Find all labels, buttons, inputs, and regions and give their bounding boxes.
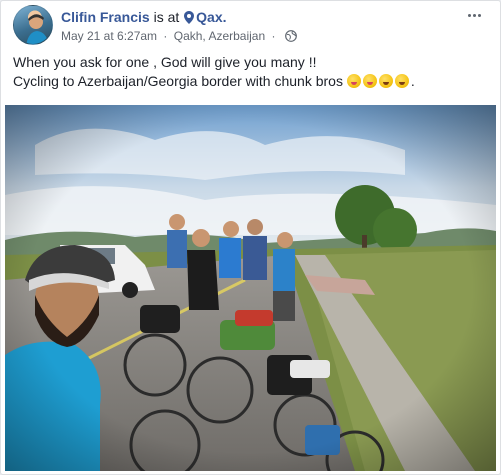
post-timestamp-link[interactable]: May 21 at 6:27am (61, 29, 157, 43)
post-text-line-1: When you ask for one , God will give you… (13, 54, 317, 70)
grinning-emoji (394, 74, 409, 88)
author-line: Clifin Francis is at Qax. (61, 8, 227, 26)
post-text-line-2-body: Cycling to Azerbaijan/Georgia border wit… (13, 73, 343, 89)
location-pin-icon (184, 11, 195, 24)
squinting-tongue-emoji (362, 74, 377, 88)
post-meta: May 21 at 6:27am · Qakh, Azerbaijan · (61, 29, 297, 44)
post-text-line-2-end: . (410, 73, 415, 89)
checkin-place-link[interactable]: Qax. (196, 9, 226, 25)
post-card: Clifin Francis is at Qax. May 21 at 6:27… (0, 0, 501, 475)
checkin-connector: is at (153, 9, 180, 25)
grinning-emoji (378, 74, 393, 88)
more-options-icon[interactable] (462, 7, 486, 23)
globe-icon[interactable] (284, 30, 297, 42)
meta-separator: · (163, 29, 168, 43)
squinting-tongue-emoji (346, 74, 361, 88)
author-name-link[interactable]: Clifin Francis (61, 9, 150, 25)
post-text: When you ask for one , God will give you… (13, 53, 488, 91)
post-header: Clifin Francis is at Qax. May 21 at 6:27… (13, 5, 492, 45)
cyclists-selfie-photo (5, 105, 496, 471)
meta-separator-2: · (271, 29, 276, 43)
post-location-link[interactable]: Qakh, Azerbaijan (174, 29, 265, 43)
post-text-line-2: Cycling to Azerbaijan/Georgia border wit… (13, 72, 488, 91)
post-photo[interactable] (5, 105, 496, 471)
author-avatar[interactable] (13, 5, 53, 45)
